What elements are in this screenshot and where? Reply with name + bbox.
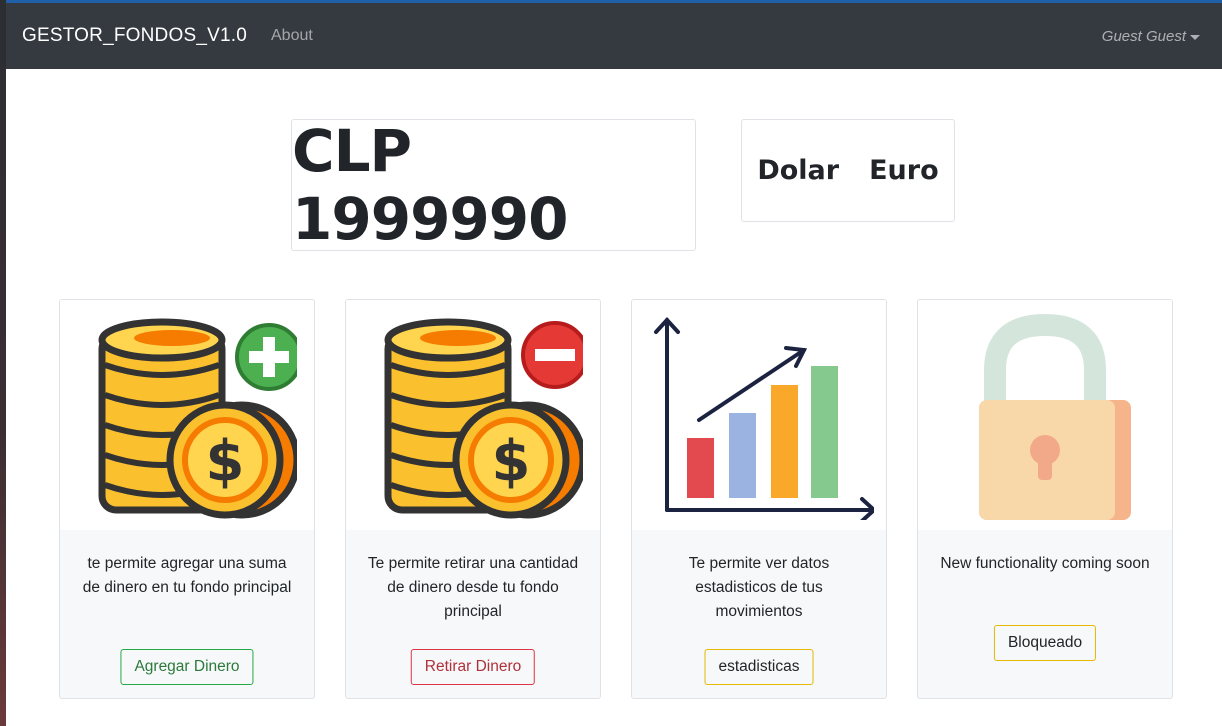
card-locked: New functionality coming soon Bloqueado [917, 299, 1173, 699]
withdraw-money-button[interactable]: Retirar Dinero [410, 649, 536, 685]
lock-icon [979, 313, 1131, 520]
currency-euro[interactable]: Euro [869, 155, 939, 186]
card-description: New functionality coming soon [940, 555, 1150, 572]
nav-link-about[interactable]: About [271, 27, 313, 45]
card-description: te permite agregar una suma de dinero en… [82, 555, 292, 596]
currency-dolar[interactable]: Dolar [757, 155, 839, 186]
navbar: GESTOR_FONDOS_V1.0 About Guest Guest [6, 3, 1222, 69]
coins-plus-icon: $ [98, 318, 297, 519]
balance-panel: CLP 1999990 [291, 117, 696, 253]
bar-chart-icon [654, 317, 874, 520]
svg-text:$: $ [206, 429, 245, 494]
user-name: Guest Guest [1101, 27, 1186, 45]
card-image: $ [60, 300, 314, 530]
navbar-brand[interactable]: GESTOR_FONDOS_V1.0 [22, 25, 247, 47]
svg-text:$: $ [492, 429, 531, 494]
user-dropdown[interactable]: Guest Guest [1102, 3, 1200, 69]
card-description: Te permite retirar una cantidad de diner… [367, 555, 579, 620]
card-add-money: $ te permite agregar una suma de dinero … [59, 299, 315, 699]
app-window: GESTOR_FONDOS_V1.0 About Guest Guest CLP… [6, 0, 1222, 726]
card-description: Te permite ver datos estadisticos de tus… [688, 555, 830, 620]
card-statistics: Te permite ver datos estadisticos de tus… [631, 299, 887, 699]
card-withdraw-money: $ Te permite retirar una cantidad de din… [345, 299, 601, 699]
add-money-button[interactable]: Agregar Dinero [120, 649, 254, 685]
balance-amount: CLP 1999990 [292, 117, 569, 253]
card-image [918, 300, 1172, 530]
card-image [632, 300, 886, 530]
card-image: $ [346, 300, 600, 530]
currency-panel: Dolar Euro [741, 119, 955, 222]
statistics-button[interactable]: estadisticas [704, 649, 814, 685]
locked-button[interactable]: Bloqueado [993, 625, 1097, 661]
caret-down-icon [1190, 34, 1200, 40]
coins-minus-icon: $ [384, 318, 583, 519]
